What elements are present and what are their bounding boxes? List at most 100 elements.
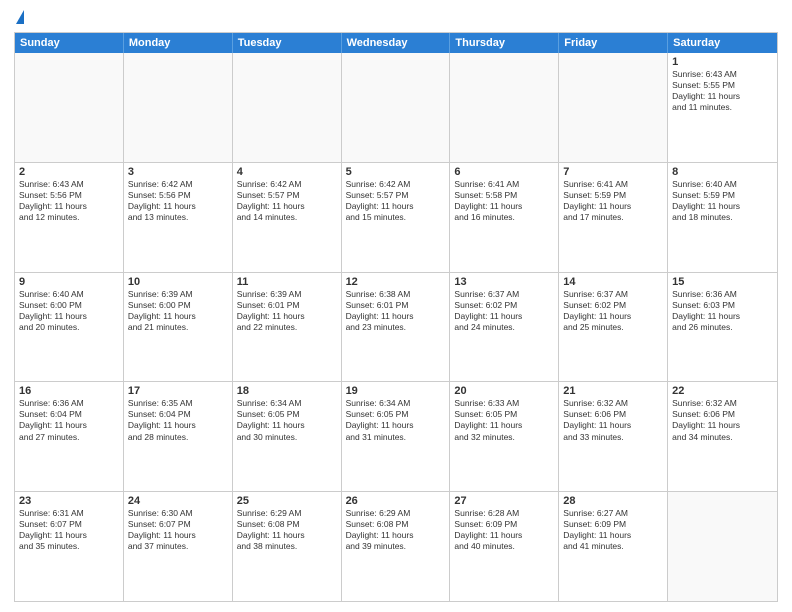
calendar-cell: 21Sunrise: 6:32 AM Sunset: 6:06 PM Dayli… xyxy=(559,382,668,491)
calendar-cell: 12Sunrise: 6:38 AM Sunset: 6:01 PM Dayli… xyxy=(342,273,451,382)
day-info: Sunrise: 6:29 AM Sunset: 6:08 PM Dayligh… xyxy=(346,508,446,552)
day-info: Sunrise: 6:41 AM Sunset: 5:58 PM Dayligh… xyxy=(454,179,554,223)
calendar-cell: 19Sunrise: 6:34 AM Sunset: 6:05 PM Dayli… xyxy=(342,382,451,491)
calendar-row-3: 16Sunrise: 6:36 AM Sunset: 6:04 PM Dayli… xyxy=(15,381,777,491)
day-info: Sunrise: 6:31 AM Sunset: 6:07 PM Dayligh… xyxy=(19,508,119,552)
day-info: Sunrise: 6:32 AM Sunset: 6:06 PM Dayligh… xyxy=(563,398,663,442)
day-number: 6 xyxy=(454,166,554,178)
calendar-body: 1Sunrise: 6:43 AM Sunset: 5:55 PM Daylig… xyxy=(15,53,777,601)
day-number: 1 xyxy=(672,56,773,68)
calendar-cell xyxy=(124,53,233,162)
calendar-cell: 14Sunrise: 6:37 AM Sunset: 6:02 PM Dayli… xyxy=(559,273,668,382)
calendar-cell: 8Sunrise: 6:40 AM Sunset: 5:59 PM Daylig… xyxy=(668,163,777,272)
day-number: 18 xyxy=(237,385,337,397)
day-number: 21 xyxy=(563,385,663,397)
calendar-cell: 10Sunrise: 6:39 AM Sunset: 6:00 PM Dayli… xyxy=(124,273,233,382)
day-info: Sunrise: 6:39 AM Sunset: 6:01 PM Dayligh… xyxy=(237,289,337,333)
day-number: 15 xyxy=(672,276,773,288)
day-info: Sunrise: 6:39 AM Sunset: 6:00 PM Dayligh… xyxy=(128,289,228,333)
day-info: Sunrise: 6:43 AM Sunset: 5:55 PM Dayligh… xyxy=(672,69,773,113)
day-info: Sunrise: 6:28 AM Sunset: 6:09 PM Dayligh… xyxy=(454,508,554,552)
calendar-cell: 7Sunrise: 6:41 AM Sunset: 5:59 PM Daylig… xyxy=(559,163,668,272)
day-info: Sunrise: 6:34 AM Sunset: 6:05 PM Dayligh… xyxy=(346,398,446,442)
weekday-header-tuesday: Tuesday xyxy=(233,33,342,53)
calendar-cell: 1Sunrise: 6:43 AM Sunset: 5:55 PM Daylig… xyxy=(668,53,777,162)
calendar-cell: 23Sunrise: 6:31 AM Sunset: 6:07 PM Dayli… xyxy=(15,492,124,601)
day-info: Sunrise: 6:41 AM Sunset: 5:59 PM Dayligh… xyxy=(563,179,663,223)
calendar-cell: 28Sunrise: 6:27 AM Sunset: 6:09 PM Dayli… xyxy=(559,492,668,601)
day-number: 4 xyxy=(237,166,337,178)
day-number: 5 xyxy=(346,166,446,178)
calendar-cell: 16Sunrise: 6:36 AM Sunset: 6:04 PM Dayli… xyxy=(15,382,124,491)
day-info: Sunrise: 6:27 AM Sunset: 6:09 PM Dayligh… xyxy=(563,508,663,552)
day-number: 24 xyxy=(128,495,228,507)
calendar-cell: 5Sunrise: 6:42 AM Sunset: 5:57 PM Daylig… xyxy=(342,163,451,272)
day-number: 22 xyxy=(672,385,773,397)
weekday-header-saturday: Saturday xyxy=(668,33,777,53)
day-number: 23 xyxy=(19,495,119,507)
calendar-cell: 20Sunrise: 6:33 AM Sunset: 6:05 PM Dayli… xyxy=(450,382,559,491)
day-number: 19 xyxy=(346,385,446,397)
day-number: 3 xyxy=(128,166,228,178)
weekday-header-wednesday: Wednesday xyxy=(342,33,451,53)
calendar-cell: 13Sunrise: 6:37 AM Sunset: 6:02 PM Dayli… xyxy=(450,273,559,382)
logo xyxy=(14,10,24,24)
day-number: 16 xyxy=(19,385,119,397)
day-number: 25 xyxy=(237,495,337,507)
calendar-header: SundayMondayTuesdayWednesdayThursdayFrid… xyxy=(15,33,777,53)
day-info: Sunrise: 6:30 AM Sunset: 6:07 PM Dayligh… xyxy=(128,508,228,552)
calendar-cell: 6Sunrise: 6:41 AM Sunset: 5:58 PM Daylig… xyxy=(450,163,559,272)
day-info: Sunrise: 6:37 AM Sunset: 6:02 PM Dayligh… xyxy=(454,289,554,333)
calendar-cell: 15Sunrise: 6:36 AM Sunset: 6:03 PM Dayli… xyxy=(668,273,777,382)
day-info: Sunrise: 6:36 AM Sunset: 6:03 PM Dayligh… xyxy=(672,289,773,333)
calendar-cell: 27Sunrise: 6:28 AM Sunset: 6:09 PM Dayli… xyxy=(450,492,559,601)
day-info: Sunrise: 6:32 AM Sunset: 6:06 PM Dayligh… xyxy=(672,398,773,442)
weekday-header-sunday: Sunday xyxy=(15,33,124,53)
calendar-cell xyxy=(668,492,777,601)
calendar-cell: 9Sunrise: 6:40 AM Sunset: 6:00 PM Daylig… xyxy=(15,273,124,382)
day-info: Sunrise: 6:33 AM Sunset: 6:05 PM Dayligh… xyxy=(454,398,554,442)
day-info: Sunrise: 6:36 AM Sunset: 6:04 PM Dayligh… xyxy=(19,398,119,442)
day-info: Sunrise: 6:42 AM Sunset: 5:57 PM Dayligh… xyxy=(237,179,337,223)
calendar-cell: 22Sunrise: 6:32 AM Sunset: 6:06 PM Dayli… xyxy=(668,382,777,491)
day-info: Sunrise: 6:35 AM Sunset: 6:04 PM Dayligh… xyxy=(128,398,228,442)
day-number: 13 xyxy=(454,276,554,288)
day-number: 20 xyxy=(454,385,554,397)
logo-icon xyxy=(16,10,24,24)
day-number: 10 xyxy=(128,276,228,288)
day-info: Sunrise: 6:42 AM Sunset: 5:57 PM Dayligh… xyxy=(346,179,446,223)
day-number: 27 xyxy=(454,495,554,507)
day-number: 7 xyxy=(563,166,663,178)
calendar-cell: 18Sunrise: 6:34 AM Sunset: 6:05 PM Dayli… xyxy=(233,382,342,491)
calendar-cell: 4Sunrise: 6:42 AM Sunset: 5:57 PM Daylig… xyxy=(233,163,342,272)
day-number: 2 xyxy=(19,166,119,178)
day-info: Sunrise: 6:40 AM Sunset: 6:00 PM Dayligh… xyxy=(19,289,119,333)
weekday-header-monday: Monday xyxy=(124,33,233,53)
day-info: Sunrise: 6:38 AM Sunset: 6:01 PM Dayligh… xyxy=(346,289,446,333)
calendar-row-0: 1Sunrise: 6:43 AM Sunset: 5:55 PM Daylig… xyxy=(15,53,777,162)
page: SundayMondayTuesdayWednesdayThursdayFrid… xyxy=(0,0,792,612)
weekday-header-friday: Friday xyxy=(559,33,668,53)
calendar-cell: 25Sunrise: 6:29 AM Sunset: 6:08 PM Dayli… xyxy=(233,492,342,601)
day-info: Sunrise: 6:37 AM Sunset: 6:02 PM Dayligh… xyxy=(563,289,663,333)
header xyxy=(14,10,778,24)
calendar-row-4: 23Sunrise: 6:31 AM Sunset: 6:07 PM Dayli… xyxy=(15,491,777,601)
weekday-header-thursday: Thursday xyxy=(450,33,559,53)
calendar-cell: 2Sunrise: 6:43 AM Sunset: 5:56 PM Daylig… xyxy=(15,163,124,272)
calendar-cell: 3Sunrise: 6:42 AM Sunset: 5:56 PM Daylig… xyxy=(124,163,233,272)
day-info: Sunrise: 6:40 AM Sunset: 5:59 PM Dayligh… xyxy=(672,179,773,223)
calendar-cell: 11Sunrise: 6:39 AM Sunset: 6:01 PM Dayli… xyxy=(233,273,342,382)
calendar-row-2: 9Sunrise: 6:40 AM Sunset: 6:00 PM Daylig… xyxy=(15,272,777,382)
calendar-cell: 24Sunrise: 6:30 AM Sunset: 6:07 PM Dayli… xyxy=(124,492,233,601)
calendar-cell xyxy=(233,53,342,162)
day-number: 12 xyxy=(346,276,446,288)
day-info: Sunrise: 6:29 AM Sunset: 6:08 PM Dayligh… xyxy=(237,508,337,552)
calendar-cell xyxy=(450,53,559,162)
day-number: 26 xyxy=(346,495,446,507)
day-info: Sunrise: 6:43 AM Sunset: 5:56 PM Dayligh… xyxy=(19,179,119,223)
calendar-cell: 17Sunrise: 6:35 AM Sunset: 6:04 PM Dayli… xyxy=(124,382,233,491)
calendar-cell xyxy=(342,53,451,162)
day-number: 28 xyxy=(563,495,663,507)
calendar-cell xyxy=(559,53,668,162)
day-number: 11 xyxy=(237,276,337,288)
